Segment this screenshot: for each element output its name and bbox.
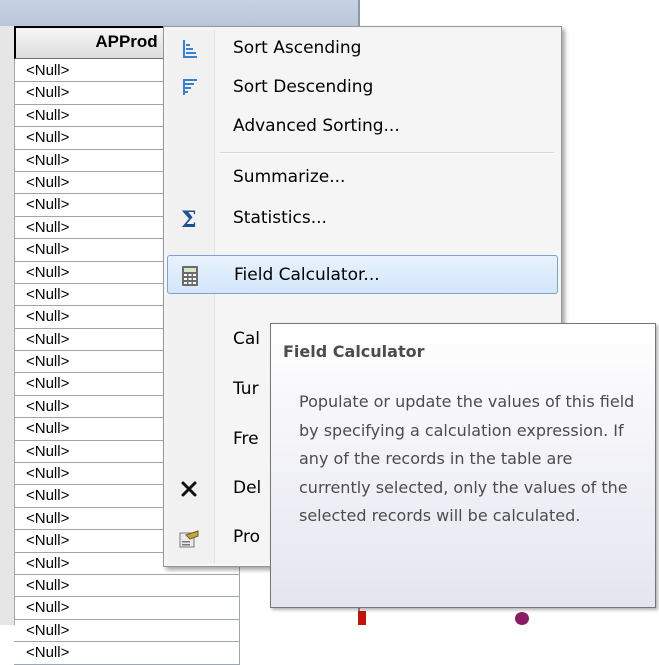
menu-item-label: Sort Ascending	[233, 38, 362, 58]
row-selector-column[interactable]	[0, 26, 15, 625]
table-toolbar-strip	[0, 0, 360, 26]
menu-item-summarize[interactable]: Summarize...	[167, 158, 558, 197]
menu-item-label: Statistics...	[233, 208, 327, 228]
svg-text:Σ: Σ	[181, 207, 197, 231]
calculator-icon	[178, 264, 202, 288]
sort-descending-icon	[177, 76, 201, 100]
field-calculator-tooltip: Field Calculator Populate or update the …	[270, 323, 656, 608]
menu-item-label: Summarize...	[233, 167, 346, 187]
menu-item-label: Del	[233, 478, 262, 498]
delete-x-icon	[177, 477, 201, 501]
menu-item-label: Pro	[233, 527, 260, 547]
menu-item-label: Fre	[233, 429, 259, 449]
menu-separator	[220, 152, 555, 154]
properties-icon	[177, 526, 201, 550]
table-row[interactable]: <Null>	[14, 597, 240, 620]
tooltip-body: Populate or update the values of this fi…	[299, 392, 635, 525]
menu-item-advanced-sorting[interactable]: Advanced Sorting...	[167, 107, 558, 146]
menu-item-sort-ascending[interactable]: Sort Ascending	[167, 29, 558, 68]
sort-ascending-icon	[177, 37, 201, 61]
menu-item-label: Cal	[233, 329, 261, 349]
menu-item-label: Field Calculator...	[234, 265, 380, 285]
menu-item-label: Sort Descending	[233, 77, 374, 97]
menu-item-field-calculator[interactable]: Field Calculator...	[167, 255, 558, 294]
menu-item-label: Advanced Sorting...	[233, 116, 400, 136]
map-feature-line	[358, 611, 366, 625]
table-row[interactable]: <Null>	[14, 619, 240, 643]
menu-item-label: Tur	[233, 379, 259, 399]
tooltip-title: Field Calculator	[283, 342, 425, 361]
menu-item-sort-descending[interactable]: Sort Descending	[167, 68, 558, 107]
table-row[interactable]: <Null>	[14, 574, 240, 598]
table-row[interactable]: <Null>	[14, 642, 240, 665]
sigma-icon: Σ	[177, 207, 201, 233]
map-feature-point	[515, 612, 529, 625]
menu-item-statistics[interactable]: Σ Statistics...	[167, 199, 558, 238]
